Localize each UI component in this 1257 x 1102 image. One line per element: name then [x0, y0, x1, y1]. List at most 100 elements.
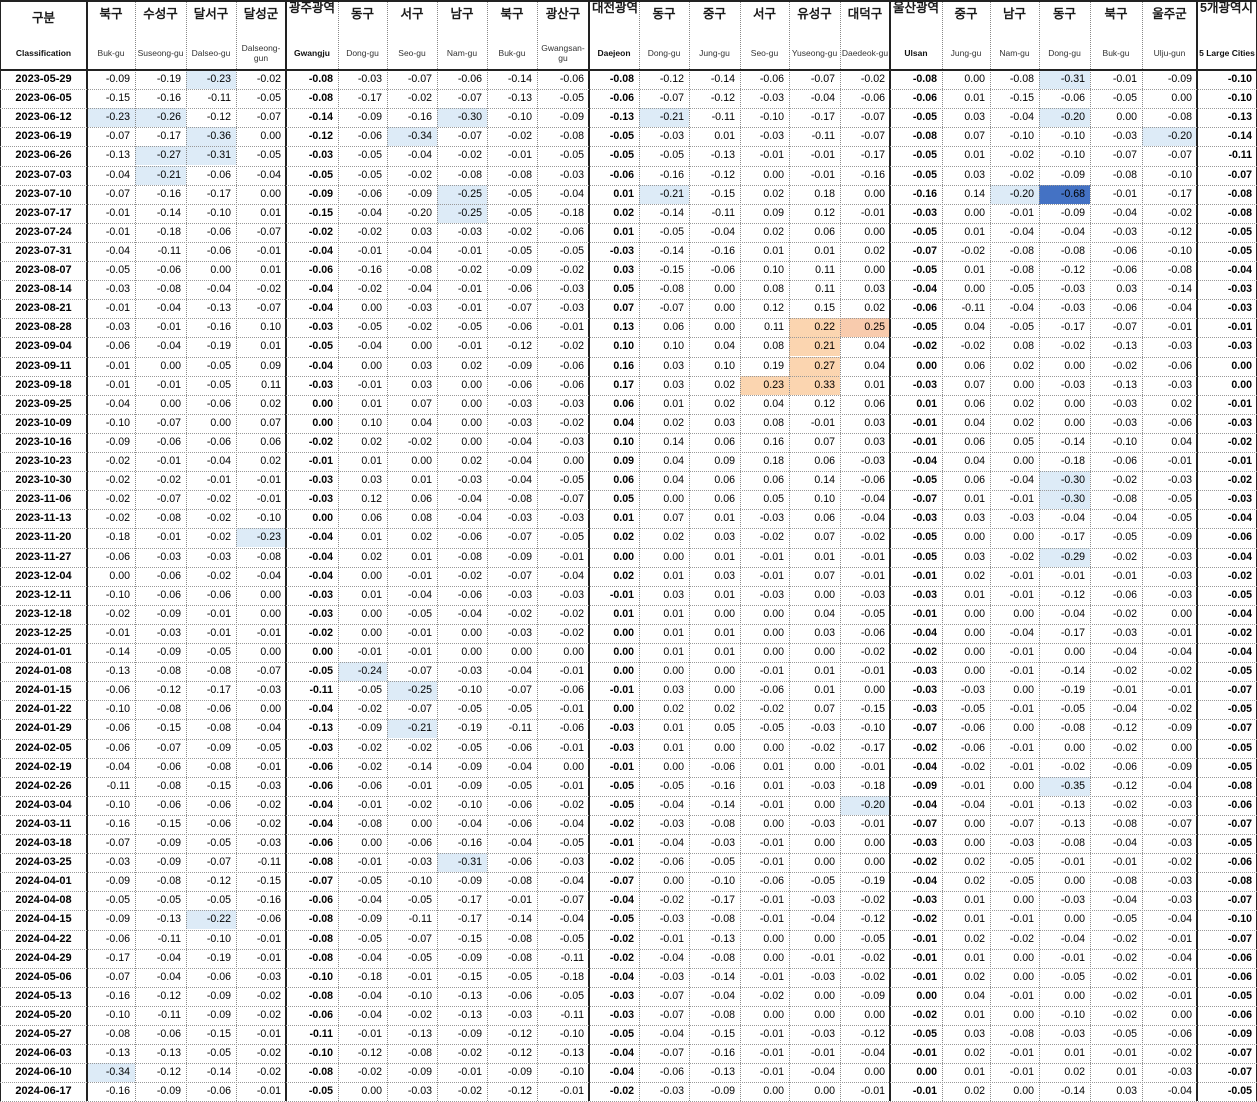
table-cell: -0.03 — [1167, 837, 1192, 849]
table-cell: -0.06 — [759, 684, 784, 697]
table-cell: 0.00 — [312, 646, 333, 658]
table-cell: 0.00 — [1013, 894, 1034, 907]
row-date: 2023-11-13 — [15, 512, 72, 525]
table-cell: -0.35 — [1039, 776, 1090, 796]
table-cell: -0.03 — [1227, 340, 1252, 353]
table-cell: 0.00 — [461, 416, 482, 429]
table-cell: 0.12 — [361, 493, 382, 506]
table-cell: -0.01 — [256, 626, 281, 639]
table-cell: -0.01 — [1167, 932, 1192, 945]
table-cell: 0.10 — [814, 493, 835, 506]
table-cell: -0.09 — [1167, 73, 1192, 85]
table-cell: -0.06 — [308, 1008, 333, 1021]
table-cell: -0.16 — [457, 837, 482, 849]
table-cell: -0.01 — [357, 378, 382, 391]
table-cell: -0.01 — [559, 665, 584, 678]
table-cell: -0.10 — [206, 206, 231, 219]
table-cell: -0.04 — [308, 359, 333, 372]
table-cell: -0.04 — [1009, 626, 1034, 639]
table-cell: -0.02 — [559, 340, 584, 353]
table-cell: -0.12 — [860, 1028, 885, 1040]
table-cell: -0.05 — [507, 703, 532, 716]
table-cell: 0.00 — [1013, 1085, 1034, 1098]
grid-hline — [0, 509, 1257, 510]
table-cell: -0.13 — [1112, 378, 1137, 391]
table-cell: -0.06 — [860, 474, 885, 487]
table-cell: -0.05 — [507, 187, 532, 200]
table-cell: -0.08 — [1227, 779, 1252, 792]
table-cell: 0.00 — [814, 932, 835, 945]
table-cell: -0.06 — [156, 798, 181, 811]
table-cell: -0.08 — [659, 283, 684, 296]
table-cell: -0.03 — [559, 588, 584, 601]
table-cell: -0.01 — [759, 1028, 784, 1040]
grid-hline — [0, 337, 1257, 338]
grid-hline — [0, 1006, 1257, 1007]
table-cell: 0.04 — [964, 416, 985, 429]
table-cell: -0.07 — [659, 92, 684, 105]
table-cell: -0.01 — [759, 913, 784, 926]
table-cell: -0.03 — [759, 92, 784, 105]
table-cell: 0.07 — [814, 531, 835, 544]
table-cell: -0.04 — [1167, 1085, 1192, 1098]
table-cell: -0.12 — [1112, 779, 1137, 792]
table-cell: -0.03 — [457, 225, 482, 238]
table-cell: 0.00 — [160, 397, 181, 410]
table-cell: -0.04 — [1009, 474, 1034, 487]
row-date: 2023-05-29 — [15, 73, 72, 85]
table-cell: -0.07 — [105, 837, 130, 849]
table-cell: -0.06 — [357, 130, 382, 143]
table-cell: -0.05 — [559, 531, 584, 544]
table-cell: -0.02 — [759, 703, 784, 716]
table-cell: -0.15 — [206, 1028, 231, 1040]
table-cell: -0.05 — [1112, 531, 1137, 544]
table-cell: -0.06 — [759, 73, 784, 85]
table-cell: 0.02 — [361, 550, 382, 563]
table-cell: -0.07 — [457, 130, 482, 143]
table-cell: -0.01 — [1112, 569, 1137, 582]
table-cell: -0.02 — [507, 607, 532, 620]
table-cell: 0.00 — [714, 684, 735, 697]
table-cell: 0.00 — [1171, 607, 1192, 620]
row-date: 2023-12-25 — [15, 626, 72, 639]
header-ko-8: 남구 — [437, 0, 487, 37]
table-cell: -0.01 — [759, 970, 784, 983]
table-cell: -0.15 — [659, 264, 684, 276]
table-cell: -0.10 — [407, 875, 432, 888]
table-cell: -0.07 — [1009, 817, 1034, 830]
table-cell: -0.01 — [1112, 187, 1137, 200]
table-cell: -0.01 — [457, 283, 482, 296]
table-cell: -0.05 — [407, 607, 432, 620]
table-cell: -0.14 — [105, 646, 130, 658]
table-cell: -0.06 — [559, 378, 584, 391]
table-cell: -0.06 — [156, 1028, 181, 1040]
table-cell: -0.02 — [407, 321, 432, 334]
table-cell: 0.01 — [260, 340, 281, 353]
table-cell: -0.07 — [912, 493, 937, 506]
table-cell: 0.00 — [814, 837, 835, 849]
table-cell: -0.02 — [559, 626, 584, 639]
table-cell: -0.02 — [1227, 474, 1252, 487]
table-cell: -0.05 — [407, 894, 432, 907]
table-cell: -0.18 — [357, 970, 382, 983]
table-cell: -0.06 — [1167, 359, 1192, 372]
table-cell: -0.09 — [507, 264, 532, 276]
table-cell: 0.02 — [260, 397, 281, 410]
table-cell: -0.15 — [156, 817, 181, 830]
table-cell: -0.02 — [860, 73, 885, 85]
table-cell: -0.04 — [710, 989, 735, 1002]
table-cell: -0.05 — [912, 168, 937, 181]
table-cell: -0.04 — [860, 1047, 885, 1060]
row-date: 2023-06-19 — [15, 130, 72, 143]
table-cell: -0.03 — [1227, 283, 1252, 296]
table-cell: -0.04 — [308, 817, 333, 830]
table-cell: -0.02 — [559, 798, 584, 811]
table-cell: -0.04 — [457, 512, 482, 525]
table-cell: 0.00 — [1013, 970, 1034, 983]
table-cell: -0.05 — [507, 779, 532, 792]
table-cell: -0.04 — [407, 283, 432, 296]
table-cell: -0.06 — [559, 225, 584, 238]
table-cell: -0.04 — [308, 703, 333, 716]
header-en-dalseong-gun: Dalseong-gun — [236, 37, 286, 69]
header-ko-10: 광산구 — [537, 0, 589, 37]
